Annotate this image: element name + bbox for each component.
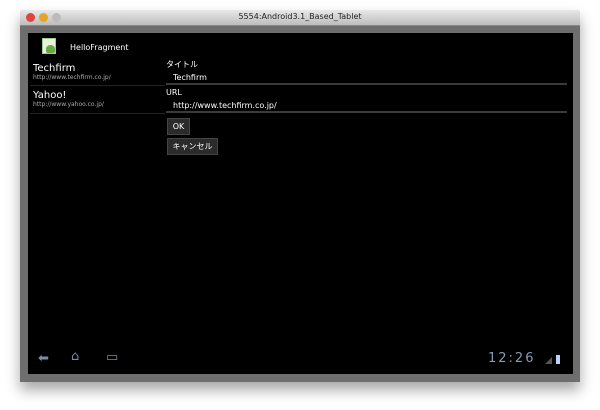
emulator-window: 5554:Android3.1_Based_Tablet HelloFragme… — [20, 10, 580, 382]
url-label: URL — [166, 88, 182, 97]
divider — [30, 85, 165, 86]
url-input[interactable]: http://www.techfirm.co.jp/ — [166, 99, 567, 113]
battery-icon — [556, 355, 560, 364]
android-screen: HelloFragment Techfirm http://www.techfi… — [28, 33, 573, 374]
list-item[interactable]: Yahoo! http://www.yahoo.co.jp/ — [33, 90, 104, 108]
title-label: タイトル — [166, 60, 198, 69]
app-icon — [42, 38, 56, 54]
divider — [30, 113, 165, 114]
cancel-button[interactable]: キャンセル — [167, 138, 218, 155]
list-item-title: Techfirm — [33, 63, 76, 74]
title-bar: 5554:Android3.1_Based_Tablet — [20, 10, 580, 26]
title-input[interactable]: Techfirm — [166, 71, 567, 85]
list-item-url: http://www.yahoo.co.jp/ — [33, 101, 104, 108]
app-title: HelloFragment — [70, 43, 129, 52]
back-button[interactable]: ⬅ — [38, 351, 49, 366]
signal-icon — [545, 357, 552, 364]
home-button[interactable]: ⌂ — [71, 349, 79, 364]
list-item-url: http://www.techfirm.co.jp/ — [33, 74, 111, 81]
recent-apps-button[interactable]: ▭ — [106, 350, 118, 365]
list-item-title: Yahoo! — [33, 90, 67, 101]
clock: 12:26 — [488, 351, 536, 366]
list-item[interactable]: Techfirm http://www.techfirm.co.jp/ — [33, 63, 111, 81]
ok-button[interactable]: OK — [167, 118, 190, 135]
window-title: 5554:Android3.1_Based_Tablet — [238, 12, 362, 21]
